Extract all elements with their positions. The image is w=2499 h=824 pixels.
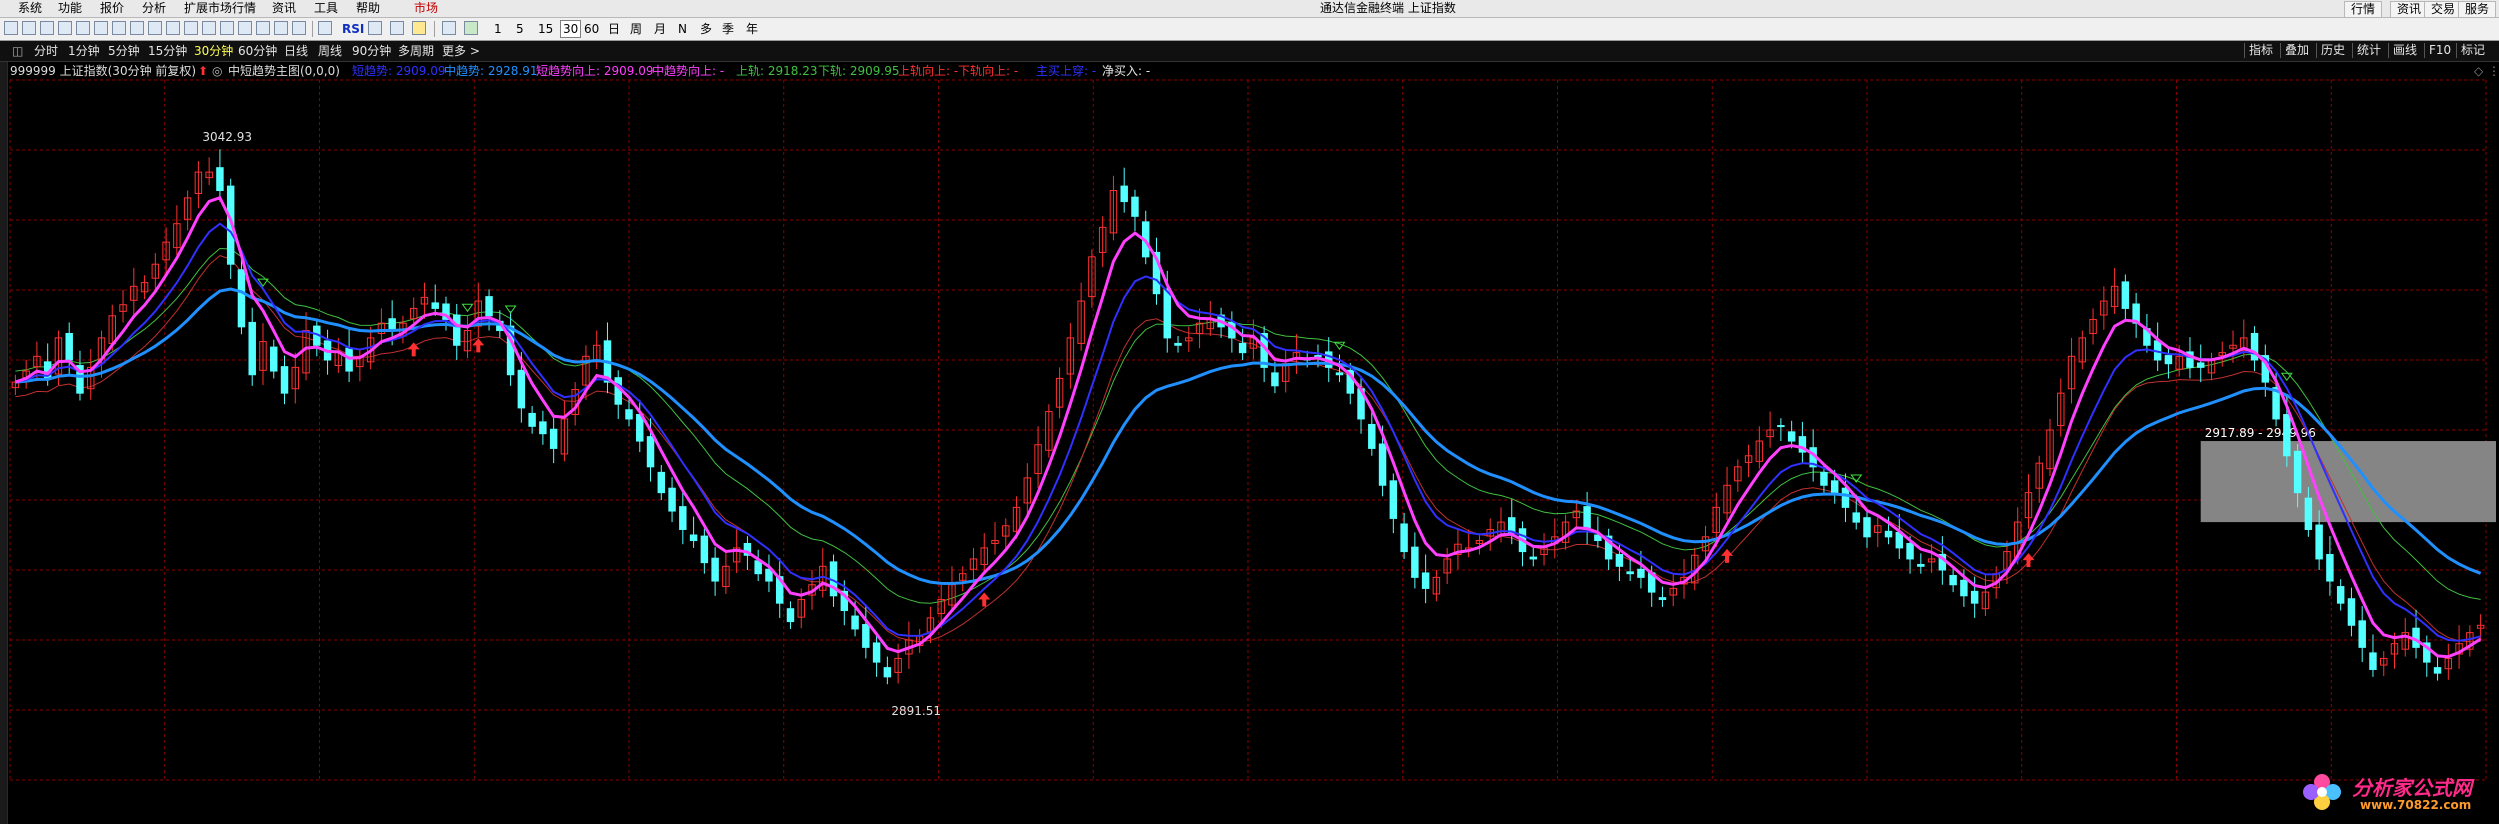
candle-body: [1830, 480, 1839, 494]
candle-body: [1174, 342, 1182, 346]
candle-body: [270, 346, 278, 372]
candle-body: [1852, 512, 1860, 523]
candle-body: [1238, 342, 1247, 354]
range-highlight-box: [2200, 441, 2496, 523]
candle-body: [216, 167, 224, 192]
candle-body: [1335, 372, 1344, 376]
sell-marker: [461, 303, 474, 313]
candle-body: [883, 667, 892, 678]
candle-body: [237, 269, 246, 328]
candle-body: [1411, 546, 1419, 578]
candle-body: [786, 608, 795, 623]
candle-body: [1314, 355, 1322, 358]
candle-body: [2336, 586, 2345, 604]
candle-body: [2304, 497, 2313, 530]
candle-body: [2347, 598, 2356, 626]
candle-body: [431, 302, 439, 309]
candle-body: [1949, 575, 1957, 586]
watermark: 分析家公式网 www.70822.com: [2300, 770, 2490, 816]
candle-body: [2358, 620, 2366, 648]
rail-lines: [15, 247, 2481, 643]
candle-body: [625, 409, 633, 420]
candle-body: [1421, 572, 1430, 589]
candle-body: [1917, 563, 1925, 567]
candle-body: [2369, 652, 2377, 670]
candle-body: [1863, 517, 1871, 538]
candle-body: [2433, 667, 2442, 674]
candle-body: [872, 642, 881, 663]
kline-chart[interactable]: 2917.89 - 2949.96 3042.93 2891.51: [0, 0, 2499, 824]
candle-body: [65, 332, 73, 361]
candle-body: [646, 436, 655, 468]
candle-body: [517, 369, 526, 409]
chart-grid: [9, 79, 2487, 781]
candle-body: [1368, 423, 1376, 449]
candle-body: [2315, 524, 2323, 560]
candle-body: [1658, 597, 1667, 600]
candle-body: [1841, 487, 1850, 508]
watermark-url: www.70822.com: [2360, 798, 2472, 812]
candle-body: [1378, 443, 1387, 486]
candle-body: [1820, 471, 1828, 486]
high-price-label: 3042.93: [202, 130, 252, 144]
candle-body: [689, 534, 698, 542]
candle-body: [2293, 450, 2302, 494]
buy-arrow-marker: [2022, 553, 2035, 568]
flower-logo-icon: [2303, 774, 2341, 810]
candle-body: [1583, 506, 1591, 530]
candle-body: [453, 314, 461, 346]
candle-body: [1163, 288, 1171, 339]
watermark-title: 分析家公式网: [2352, 776, 2472, 800]
candle-body: [528, 412, 536, 427]
candle-body: [1615, 554, 1624, 567]
candle-body: [1271, 372, 1279, 387]
candle-body: [1906, 542, 1914, 560]
candle-body: [1131, 196, 1139, 217]
candle-body: [1777, 425, 1785, 428]
candle-body: [679, 506, 687, 530]
candle-body: [2326, 554, 2334, 582]
candle-body: [1637, 568, 1645, 578]
candle-body: [1626, 571, 1634, 575]
buy-arrow-marker: [1721, 548, 1734, 563]
low-price-label: 2891.51: [891, 704, 941, 718]
candle-body: [1389, 480, 1398, 519]
candle-body: [2283, 414, 2291, 457]
candle-body: [700, 535, 709, 564]
candle-body: [2164, 355, 2173, 365]
candle-body: [1529, 556, 1538, 560]
candle-body: [2196, 362, 2205, 368]
candle-body: [1400, 523, 1408, 553]
candle-body: [485, 296, 493, 317]
candle-body: [711, 557, 719, 582]
candle-body: [754, 560, 762, 575]
candle-body: [549, 428, 558, 449]
candle-body: [280, 366, 289, 394]
candle-body: [1970, 590, 1979, 604]
signal-markers: [257, 278, 2293, 607]
candle-body: [862, 624, 870, 648]
candle-body: [1120, 185, 1128, 203]
candle-body: [1787, 431, 1796, 442]
candle-body: [1884, 530, 1893, 538]
candle-body: [388, 318, 396, 332]
candle-body: [2121, 281, 2130, 309]
candle-body: [668, 487, 676, 512]
candle-body: [248, 321, 256, 376]
candle-body: [539, 421, 547, 435]
candle-body: [851, 615, 859, 630]
candle-body: [1960, 579, 1968, 597]
candle-body: [657, 471, 666, 494]
